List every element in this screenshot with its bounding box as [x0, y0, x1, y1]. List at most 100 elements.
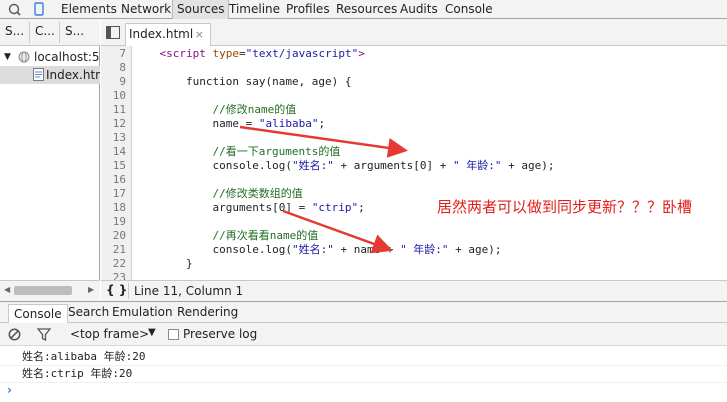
- line-number[interactable]: 10: [101, 89, 126, 103]
- filter-icon[interactable]: [37, 328, 51, 341]
- code-token: type: [212, 47, 239, 60]
- code-line[interactable]: arguments[0] = "ctrip";: [133, 201, 364, 215]
- console-toolbar: <top frame> ▼ Preserve log: [0, 323, 727, 346]
- line-number[interactable]: 9: [101, 75, 126, 89]
- code-token: //再次看看name的值: [133, 229, 319, 242]
- line-number[interactable]: 8: [101, 61, 126, 75]
- toggle-navigator-icon[interactable]: [106, 26, 120, 39]
- preserve-log-checkbox[interactable]: [168, 329, 179, 340]
- code-token: =: [238, 47, 246, 60]
- code-line[interactable]: //看一下arguments的值: [133, 145, 340, 159]
- code-token: " 年龄:": [400, 243, 449, 256]
- code-line[interactable]: function say(name, age) {: [133, 75, 352, 89]
- code-token: "alibaba": [258, 117, 319, 130]
- tab-profiles[interactable]: Profiles: [282, 0, 334, 19]
- line-number[interactable]: 21: [101, 243, 126, 257]
- clear-console-icon[interactable]: [8, 328, 21, 341]
- code-line[interactable]: //修改name的值: [133, 103, 296, 117]
- drawer-tab-console[interactable]: Console: [8, 304, 68, 323]
- code-token: + name +: [333, 243, 401, 256]
- tree-item-host[interactable]: ▼ localhost:51: [0, 48, 100, 66]
- device-mode-icon[interactable]: [32, 2, 46, 16]
- code-line[interactable]: //修改类数组的值: [133, 187, 303, 201]
- line-number[interactable]: 12: [101, 117, 126, 131]
- tab-console[interactable]: Console: [441, 0, 497, 19]
- line-number[interactable]: 16: [101, 173, 126, 187]
- tree-item-file[interactable]: Index.htm: [0, 66, 100, 84]
- line-number[interactable]: 15: [101, 159, 126, 173]
- code-token: <script: [159, 47, 213, 60]
- tab-timeline[interactable]: Timeline: [225, 0, 284, 19]
- line-number[interactable]: 20: [101, 229, 126, 243]
- code-line[interactable]: <script type="text/javascript">: [133, 47, 365, 61]
- scroll-right-icon[interactable]: ▶: [88, 285, 94, 294]
- line-number[interactable]: 7: [101, 47, 126, 61]
- navigator-tab-sources[interactable]: S...: [5, 24, 24, 38]
- divider: [59, 22, 60, 43]
- tab-resources[interactable]: Resources: [332, 0, 401, 19]
- frame-select[interactable]: <top frame>: [70, 327, 149, 341]
- editor-tabs: Index.html ×: [101, 19, 727, 46]
- line-number[interactable]: 18: [101, 201, 126, 215]
- tab-audits[interactable]: Audits: [396, 0, 442, 19]
- code-line[interactable]: //再次看看name的值: [133, 229, 318, 243]
- line-number[interactable]: 14: [101, 145, 126, 159]
- navigator-tab-snippets[interactable]: S...: [65, 24, 84, 38]
- code-line[interactable]: name = "alibaba";: [133, 117, 325, 131]
- close-tab-icon[interactable]: ×: [195, 24, 204, 45]
- code-token: //看一下arguments的值: [133, 145, 341, 158]
- tab-sources[interactable]: Sources: [172, 0, 230, 19]
- dropdown-arrow-icon[interactable]: ▼: [148, 327, 156, 338]
- code-token: name =: [133, 117, 259, 130]
- code-token: "ctrip": [311, 201, 359, 214]
- pretty-print-button[interactable]: { }: [106, 283, 127, 297]
- line-number-gutter[interactable]: 7 8 9 10 11 12 13 14 15 16 17 18 19 20 21 22 23: [101, 46, 132, 280]
- tab-elements[interactable]: Elements: [57, 0, 121, 19]
- code-token: " 年龄:": [453, 159, 502, 172]
- line-number[interactable]: 17: [101, 187, 126, 201]
- html-file-icon: [33, 68, 44, 81]
- drawer-tab-emulation[interactable]: Emulation: [112, 305, 173, 319]
- navigator-scrollbar[interactable]: ◀ ▶: [0, 280, 100, 301]
- line-number[interactable]: 22: [101, 257, 126, 271]
- sources-navigator: S... C... S... ▼ localhost:51 Index.htm …: [0, 19, 100, 301]
- code-line[interactable]: console.log("姓名:" + arguments[0] + " 年龄:…: [133, 159, 554, 173]
- tab-network[interactable]: Network: [117, 0, 175, 19]
- inspect-element-icon[interactable]: [7, 2, 21, 16]
- editor-tab-index-html[interactable]: Index.html ×: [125, 23, 211, 46]
- navigator-tab-content-scripts[interactable]: C...: [35, 24, 55, 38]
- line-number[interactable]: 11: [101, 103, 126, 117]
- code-token: ;: [318, 117, 326, 130]
- expand-arrow-icon[interactable]: ▼: [4, 48, 11, 66]
- scrollbar-thumb[interactable]: [14, 286, 72, 295]
- code-token: "text/javascript": [245, 47, 359, 60]
- code-token: arguments[0] =: [133, 201, 312, 214]
- editor-statusbar: { } Line 11, Column 1: [101, 280, 727, 301]
- code-token: + age);: [448, 243, 502, 256]
- editor-tab-label: Index.html: [129, 27, 194, 41]
- drawer-tabs: Console Search Emulation Rendering: [0, 301, 727, 323]
- code-line[interactable]: console.log("姓名:" + name + " 年龄:" + age)…: [133, 243, 502, 257]
- code-editor[interactable]: <script type="text/javascript"> function…: [133, 46, 727, 280]
- divider: [128, 283, 129, 299]
- scroll-left-icon[interactable]: ◀: [4, 285, 10, 294]
- line-number[interactable]: 19: [101, 215, 126, 229]
- drawer-tab-rendering[interactable]: Rendering: [177, 305, 238, 319]
- code-token: "姓名:": [291, 243, 334, 256]
- line-number[interactable]: 23: [101, 271, 126, 280]
- drawer-tab-search[interactable]: Search: [68, 305, 109, 319]
- code-token: console.log(: [133, 159, 292, 172]
- console-output[interactable]: 姓名:alibaba 年龄:20 姓名:ctrip 年龄:20 ›: [0, 346, 727, 402]
- console-prompt[interactable]: ›: [7, 383, 12, 397]
- cursor-position: Line 11, Column 1: [134, 284, 244, 298]
- console-message: 姓名:alibaba 年龄:20: [0, 349, 727, 366]
- code-token: console.log(: [133, 243, 292, 256]
- code-token: >: [358, 47, 365, 60]
- host-label: localhost:51: [34, 50, 100, 64]
- code-token: //修改类数组的值: [133, 187, 303, 200]
- code-line[interactable]: }: [133, 257, 193, 271]
- globe-icon: [18, 51, 30, 63]
- line-number[interactable]: 13: [101, 131, 126, 145]
- console-message: 姓名:ctrip 年龄:20: [0, 366, 727, 383]
